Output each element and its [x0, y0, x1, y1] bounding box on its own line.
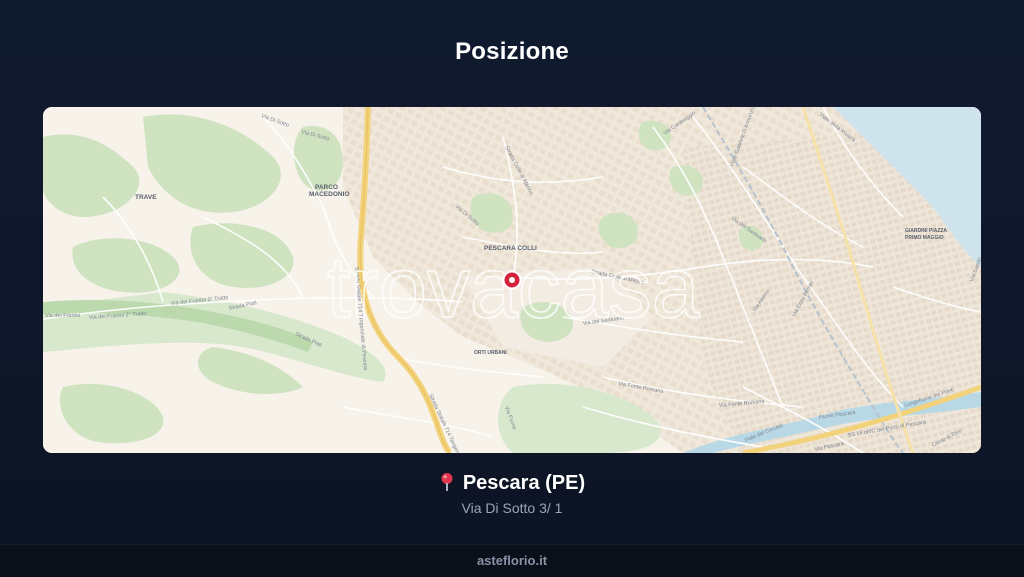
city-label: Pescara (PE) — [462, 472, 586, 494]
location-title: Pescara (PE) — [0, 472, 1024, 498]
map-canvas[interactable]: TRAVE PARCO MACEDONIO PESCARA COLLI ORTI… — [43, 107, 981, 453]
area-label-giardini: GIARDINI PIAZZA — [905, 228, 947, 234]
area-label-parco: PARCO — [315, 184, 338, 191]
street-label: Via dei Frantoi — [45, 313, 80, 319]
map[interactable]: TRAVE PARCO MACEDONIO PESCARA COLLI ORTI… — [43, 107, 981, 453]
area-label-trave: TRAVE — [135, 194, 157, 201]
location-marker[interactable] — [502, 270, 522, 290]
page-title: Posizione — [455, 38, 569, 65]
area-label-macedonio: MACEDONIO — [309, 191, 349, 198]
address-label: Via Di Sotto 3/ 1 — [461, 500, 563, 516]
round-pushpin-icon — [439, 472, 455, 498]
footer-brand[interactable]: asteflorio.it — [0, 553, 1024, 568]
footer: asteflorio.it — [0, 544, 1024, 577]
area-label-orti-urbani: ORTI URBANI — [474, 350, 507, 356]
area-label-primo-maggio: PRIMO MAGGIO — [905, 235, 944, 241]
